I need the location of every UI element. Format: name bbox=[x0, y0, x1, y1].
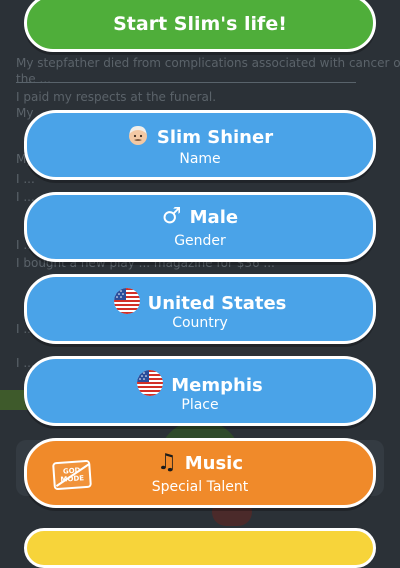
special-talent-option-button[interactable]: GOD MODE ♫ Music Special Talent bbox=[24, 438, 376, 508]
log-divider bbox=[16, 82, 356, 83]
us-flag-icon bbox=[113, 288, 140, 318]
music-note-icon: ♫ bbox=[156, 450, 177, 475]
next-option-button[interactable] bbox=[24, 528, 376, 568]
place-caption: Place bbox=[181, 397, 219, 413]
name-caption: Name bbox=[179, 151, 221, 167]
country-caption: Country bbox=[172, 315, 228, 331]
log-line: I ... bbox=[16, 172, 35, 186]
man-face-icon bbox=[127, 124, 149, 150]
log-line: My stepfather died from complications as… bbox=[16, 56, 400, 70]
place-option-button[interactable]: Memphis Place bbox=[24, 356, 376, 426]
name-option-button[interactable]: Slim Shiner Name bbox=[24, 110, 376, 180]
start-life-button[interactable]: Start Slim's life! bbox=[24, 0, 376, 52]
country-option-button[interactable]: United States Country bbox=[24, 274, 376, 344]
log-line: the ... bbox=[16, 72, 51, 86]
gender-value: Male bbox=[189, 206, 239, 228]
talent-value: Music bbox=[184, 452, 243, 474]
log-line: I paid my respects at the funeral. bbox=[16, 90, 217, 104]
talent-caption: Special Talent bbox=[151, 479, 249, 495]
name-value: Slim Shiner bbox=[156, 126, 274, 148]
gender-option-button[interactable]: ♂ Male Gender bbox=[24, 192, 376, 262]
start-life-label: Start Slim's life! bbox=[113, 13, 287, 35]
place-value: Memphis bbox=[171, 374, 263, 396]
country-value: United States bbox=[147, 292, 287, 314]
male-sign-icon: ♂ bbox=[161, 204, 182, 229]
us-flag-icon bbox=[137, 370, 164, 400]
gender-caption: Gender bbox=[174, 233, 226, 249]
